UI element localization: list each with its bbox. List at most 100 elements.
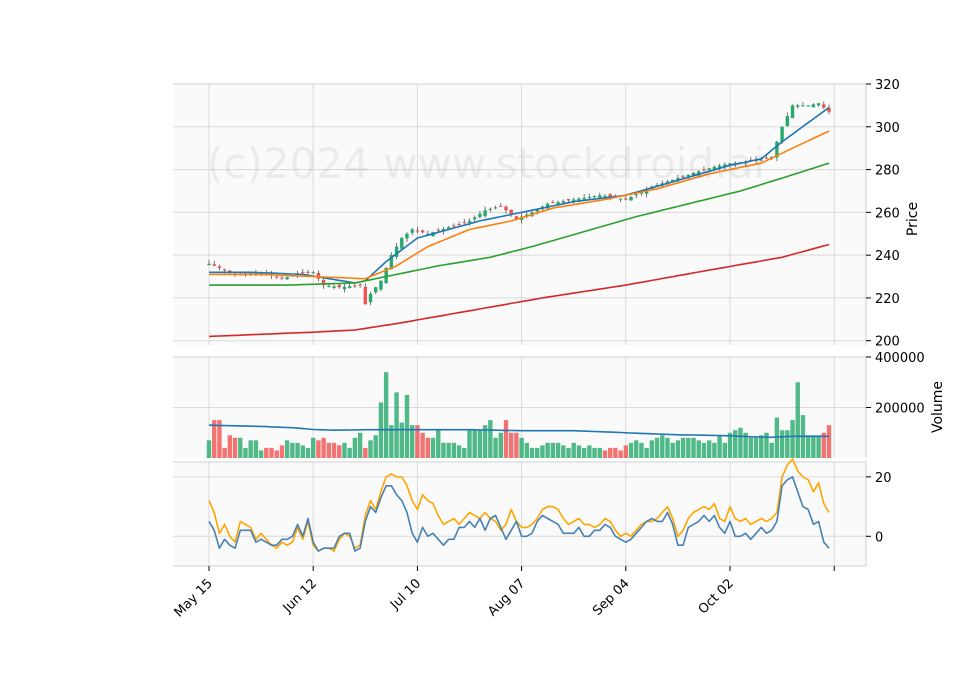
oscillator-axis-tick-label: 0 <box>875 530 883 545</box>
volume-bar <box>618 450 623 458</box>
volume-bar <box>311 437 316 458</box>
candle-body <box>379 280 383 290</box>
candle-body <box>822 104 826 108</box>
candle-body <box>374 287 378 293</box>
volume-bar <box>514 432 519 458</box>
candle-body <box>499 205 503 207</box>
volume-bar <box>561 445 566 458</box>
x-axis-tick-label: Jul 10 <box>387 576 424 613</box>
volume-bar <box>243 447 248 458</box>
candle-body <box>452 225 456 227</box>
x-axis-tick-label: Aug 07 <box>485 576 528 619</box>
volume-bar <box>373 435 378 458</box>
volume-bar <box>300 445 305 458</box>
candle-body <box>363 286 368 305</box>
volume-bar <box>326 442 332 458</box>
volume-bar <box>284 440 290 458</box>
candle-body <box>332 286 336 288</box>
volume-bar <box>779 430 785 458</box>
candle-body <box>598 195 602 198</box>
volume-bar <box>430 437 436 458</box>
volume-bar <box>258 450 264 458</box>
watermark-text: (c)2024 www.stockdroid.ai <box>207 139 765 188</box>
x-axis-tick-label: Oct 02 <box>696 576 737 617</box>
candle-body <box>337 285 341 288</box>
candle-body <box>420 230 425 233</box>
volume-bar <box>535 447 540 458</box>
candle-body <box>275 276 279 278</box>
candle-body <box>478 213 482 217</box>
price-axis-tick-label: 240 <box>875 249 900 264</box>
volume-bar <box>337 445 342 458</box>
x-axis: May 15 Jun 12 Jul 10 Aug 07 Sep 04 Oct 02 <box>172 565 866 620</box>
candle-body <box>785 116 790 127</box>
candle-body <box>368 293 373 303</box>
volume-bar <box>576 445 582 458</box>
volume-bar <box>759 435 764 458</box>
volume-bar <box>227 435 233 458</box>
volume-bar <box>555 442 561 458</box>
volume-bar <box>628 442 634 458</box>
volume-axis-label: Volume <box>930 381 946 433</box>
volume-bar <box>738 427 743 458</box>
candle-body <box>566 198 571 201</box>
volume-bar <box>639 442 644 458</box>
price-axis-label: Price <box>905 202 921 236</box>
oscillator-panel-background <box>173 462 866 566</box>
volume-bar <box>680 437 686 458</box>
volume-axis-tick-label: 400000 <box>875 351 925 366</box>
candle-body <box>457 224 461 226</box>
volume-bar <box>347 447 352 458</box>
candle-body <box>342 286 347 290</box>
volume-bar <box>425 437 431 458</box>
price-axis-tick-label: 300 <box>875 121 900 136</box>
volume-bar <box>264 447 269 458</box>
volume-bar <box>540 445 545 458</box>
volume-bar <box>696 440 701 458</box>
volume-bar <box>456 445 462 458</box>
candle-body <box>358 284 362 286</box>
candle-body <box>285 277 289 280</box>
volume-bar <box>811 435 816 458</box>
volume-bar <box>467 430 472 458</box>
candle-body <box>629 196 633 201</box>
volume-bar <box>529 447 535 458</box>
volume-bar <box>420 432 425 458</box>
volume-bar <box>753 437 759 458</box>
volume-bar <box>248 440 253 458</box>
volume-bar <box>649 440 655 458</box>
candle-body <box>415 230 420 232</box>
volume-bar <box>785 430 790 458</box>
volume-bar <box>717 435 722 458</box>
candle-body <box>405 233 409 239</box>
volume-bar <box>498 432 503 458</box>
candle-body <box>301 272 305 274</box>
volume-bar <box>519 437 524 458</box>
candle-body <box>764 157 769 159</box>
candle-body <box>624 198 628 200</box>
price-axis-tick-label: 320 <box>875 78 900 93</box>
volume-bar <box>206 440 212 458</box>
price-axis-tick-label: 280 <box>875 164 900 179</box>
volume-bar <box>503 420 509 458</box>
candle-body <box>806 105 810 107</box>
volume-bar <box>597 447 602 458</box>
candle-body <box>347 286 352 289</box>
volume-bar <box>342 442 347 458</box>
volume-bar <box>352 437 358 458</box>
candle-body <box>306 271 310 273</box>
volume-bar <box>383 372 389 458</box>
volume-bar <box>665 437 670 458</box>
volume-bar <box>634 440 639 458</box>
volume-bar <box>592 447 597 458</box>
volume-bar <box>368 440 373 458</box>
candle-body <box>222 269 227 271</box>
candle-body <box>618 198 623 200</box>
price-panel: 200 220 240 260 280 300 320 <box>173 78 900 350</box>
volume-bar <box>508 432 514 458</box>
candle-body <box>551 202 555 204</box>
volume-bar <box>644 447 649 458</box>
oscillator-axis-tick-label: 20 <box>875 471 892 486</box>
volume-bar <box>493 437 498 458</box>
volume-bar <box>232 437 238 458</box>
